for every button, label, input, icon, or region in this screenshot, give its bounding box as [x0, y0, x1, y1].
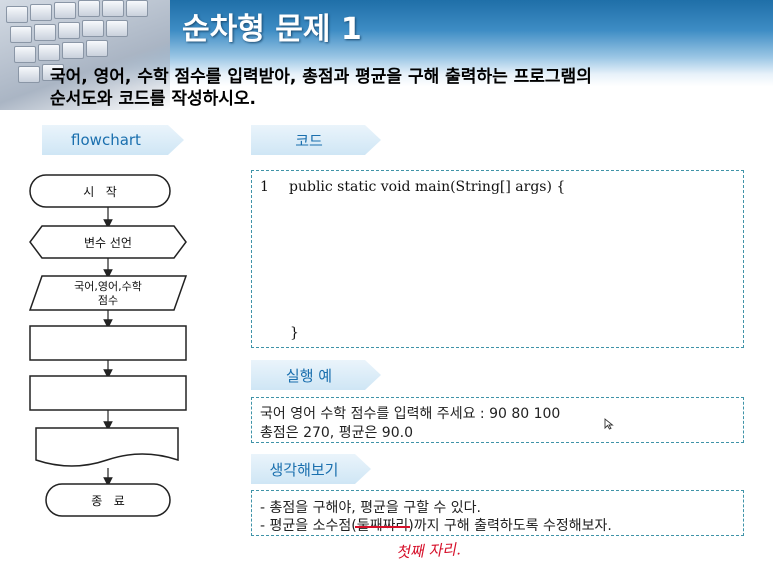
code-closing-brace: }: [290, 325, 299, 341]
struck-text: 둘째짜리: [354, 518, 411, 534]
run-example-tag: 실행 예: [251, 360, 381, 390]
think-line-1: - 총점을 구해야, 평균을 구할 수 있다.: [260, 500, 481, 516]
input-label-line1: 국어,영어,수학: [74, 280, 142, 293]
process-box-1: [29, 325, 187, 361]
handwritten-annotation: 첫째 자리.: [395, 540, 462, 562]
code-box[interactable]: 1 public static void main(String[] args)…: [251, 170, 744, 348]
question-line-1: 국어, 영어, 수학 점수를 입력받아, 총점과 평균을 구해 출력하는 프로그…: [50, 67, 592, 87]
declare-label: 변수 선언: [84, 236, 132, 250]
end-label: 종 료: [91, 494, 125, 508]
think-tag: 생각해보기: [251, 454, 371, 484]
run-line-2: 총점은 270, 평균은 90.0: [260, 425, 413, 441]
code-line-number: 1: [260, 179, 269, 195]
mouse-cursor-icon: [604, 418, 614, 430]
think-box: - 총점을 구해야, 평균을 구할 수 있다. - 평균을 소수점(둘째짜리)까…: [251, 490, 744, 536]
code-line-1: public static void main(String[] args) {: [289, 179, 566, 195]
run-line-1: 국어 영어 수학 점수를 입력해 주세요 : 90 80 100: [260, 406, 561, 422]
start-label: 시 작: [83, 185, 117, 199]
think-line-2: - 평균을 소수점(둘째짜리)까지 구해 출력하도록 수정해보자.: [260, 518, 612, 534]
flowchart-diagram: 시 작 변수 선언 국어,영어,수학 점수 종 료: [28, 174, 188, 517]
code-tag: 코드: [251, 125, 381, 155]
input-label-line2: 점수: [98, 294, 118, 307]
flowchart-tag: flowchart: [42, 125, 184, 155]
page-title: 순차형 문제 1: [182, 12, 362, 47]
question-line-2: 순서도와 코드를 작성하시오.: [50, 89, 256, 109]
process-box-2: [29, 375, 187, 411]
question-text: 국어, 영어, 수학 점수를 입력받아, 총점과 평균을 구해 출력하는 프로그…: [50, 66, 750, 110]
output-document: [35, 427, 179, 467]
run-example-box: 국어 영어 수학 점수를 입력해 주세요 : 90 80 100 총점은 270…: [251, 397, 744, 443]
strike-line: [354, 526, 411, 528]
